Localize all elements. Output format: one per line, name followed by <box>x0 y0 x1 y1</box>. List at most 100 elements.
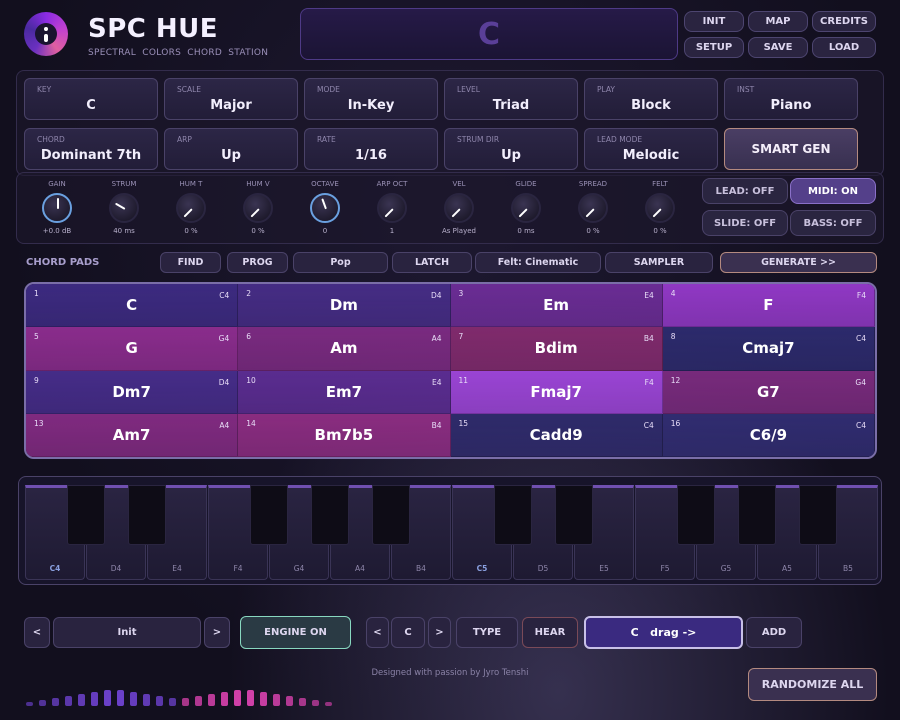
knob-dial[interactable] <box>377 193 407 223</box>
black-key[interactable] <box>799 485 837 545</box>
selector-key[interactable]: KEY C <box>24 78 158 120</box>
pad-tool-find[interactable]: FIND <box>160 252 221 273</box>
selector-rate[interactable]: RATE 1/16 <box>304 128 438 170</box>
logo <box>24 12 68 56</box>
knob-value: 0 % <box>184 227 198 235</box>
selector-level[interactable]: LEVEL Triad <box>444 78 578 120</box>
credits-button[interactable]: CREDITS <box>812 11 876 32</box>
knob-dial[interactable] <box>511 193 541 223</box>
pad-tool-pop[interactable]: Pop <box>293 252 388 273</box>
selector-scale[interactable]: SCALE Major <box>164 78 298 120</box>
knob-dial[interactable] <box>444 193 474 223</box>
chord-pad[interactable]: 8 C4 Cmaj7 <box>662 327 875 371</box>
prev-preset-button[interactable]: < <box>24 617 50 648</box>
chord-pad[interactable]: 10 E4 Em7 <box>238 370 451 414</box>
save-button[interactable]: SAVE <box>748 37 808 58</box>
knob-hum-v[interactable]: HUM V 0 % <box>229 174 287 236</box>
type-button[interactable]: TYPE <box>456 617 518 648</box>
chord-pad[interactable]: 3 E4 Em <box>450 284 663 328</box>
knob-dial[interactable] <box>42 193 72 223</box>
selector-strum-dir[interactable]: STRUM DIR Up <box>444 128 578 170</box>
knob-hum-t[interactable]: HUM T 0 % <box>162 174 220 236</box>
selector-lead-mode[interactable]: LEAD MODE Melodic <box>584 128 718 170</box>
engine-on-button[interactable]: ENGINE ON <box>240 616 351 649</box>
smart-gen-button[interactable]: SMART GEN <box>724 128 858 170</box>
knob-dial[interactable] <box>310 193 340 223</box>
knob-felt[interactable]: FELT 0 % <box>631 174 689 236</box>
chord-pad[interactable]: 5 G4 G <box>26 327 239 371</box>
pad-tool-latch[interactable]: LATCH <box>392 252 472 273</box>
pad-tool-felt[interactable]: Felt: Cinematic <box>475 252 601 273</box>
knob-glide[interactable]: GLIDE 0 ms <box>497 174 555 236</box>
chord-pad[interactable]: 9 D4 Dm7 <box>26 370 239 414</box>
knob-arp-oct[interactable]: ARP OCT 1 <box>363 174 421 236</box>
knob-vel[interactable]: VEL As Played <box>430 174 488 236</box>
drag-chord-button[interactable]: C drag -> <box>584 616 743 649</box>
root-prev-button[interactable]: < <box>366 617 389 648</box>
selector-chord[interactable]: CHORD Dominant 7th <box>24 128 158 170</box>
black-key[interactable] <box>372 485 410 545</box>
knob-gain[interactable]: GAIN +0.0 dB <box>28 174 86 236</box>
black-key[interactable] <box>677 485 715 545</box>
chord-pad[interactable]: 4 F4 F <box>662 284 875 328</box>
chord-pad[interactable]: 1 C4 C <box>26 284 239 328</box>
black-key[interactable] <box>494 485 532 545</box>
setup-button[interactable]: SETUP <box>684 37 744 58</box>
next-preset-button[interactable]: > <box>204 617 230 648</box>
root-note[interactable]: C <box>391 617 425 648</box>
chord-pad[interactable]: 7 B4 Bdim <box>450 327 663 371</box>
pad-tool-sampler[interactable]: SAMPLER <box>605 252 713 273</box>
chord-pad[interactable]: 6 A4 Am <box>238 327 451 371</box>
chord-pad[interactable]: 13 A4 Am7 <box>26 413 239 457</box>
load-button[interactable]: LOAD <box>812 37 876 58</box>
meter-bar <box>195 696 202 706</box>
preset-name[interactable]: Init <box>53 617 201 648</box>
generate-button[interactable]: GENERATE >> <box>720 252 877 273</box>
switch-midi[interactable]: MIDI: ON <box>790 178 876 204</box>
knob-octave[interactable]: OCTAVE 0 <box>296 174 354 236</box>
pad-chord: Em7 <box>325 382 363 401</box>
knob-dial[interactable] <box>109 193 139 223</box>
map-button[interactable]: MAP <box>748 11 808 32</box>
selector-label: STRUM DIR <box>457 135 500 144</box>
chord-pad[interactable]: 16 C4 C6/9 <box>662 413 875 457</box>
knob-label: ARP OCT <box>376 180 408 188</box>
knob-dial[interactable] <box>645 193 675 223</box>
switch-bass[interactable]: BASS: OFF <box>790 210 876 236</box>
selector-value: Up <box>501 148 521 163</box>
hear-button[interactable]: HEAR <box>522 617 578 648</box>
selector-arp[interactable]: ARP Up <box>164 128 298 170</box>
selector-play[interactable]: PLAY Block <box>584 78 718 120</box>
knob-dial[interactable] <box>578 193 608 223</box>
black-key[interactable] <box>738 485 776 545</box>
randomize-all-button[interactable]: RANDOMIZE ALL <box>748 668 877 701</box>
chord-pad[interactable]: 11 F4 Fmaj7 <box>450 370 663 414</box>
selector-mode[interactable]: MODE In-Key <box>304 78 438 120</box>
root-next-button[interactable]: > <box>428 617 451 648</box>
meter-bar <box>156 696 163 706</box>
black-key[interactable] <box>555 485 593 545</box>
black-key[interactable] <box>311 485 349 545</box>
knob-spread[interactable]: SPREAD 0 % <box>564 174 622 236</box>
chord-pad[interactable]: 2 D4 Dm <box>238 284 451 328</box>
selector-value: Piano <box>770 98 812 113</box>
chord-pad[interactable]: 14 B4 Bm7b5 <box>238 413 451 457</box>
pad-chord: G <box>125 339 138 358</box>
black-key[interactable] <box>67 485 105 545</box>
init-button[interactable]: INIT <box>684 11 744 32</box>
knob-value: 40 ms <box>113 227 135 235</box>
knob-pointer <box>250 208 260 218</box>
chord-pad[interactable]: 15 C4 Cadd9 <box>450 413 663 457</box>
black-key[interactable] <box>250 485 288 545</box>
knob-strum[interactable]: STRUM 40 ms <box>95 174 153 236</box>
switch-lead[interactable]: LEAD: OFF <box>702 178 788 204</box>
selector-inst[interactable]: INST Piano <box>724 78 858 120</box>
pad-tool-prog[interactable]: PROG <box>227 252 288 273</box>
black-key[interactable] <box>128 485 166 545</box>
knob-dial[interactable] <box>243 193 273 223</box>
chord-pad[interactable]: 12 G4 G7 <box>662 370 875 414</box>
add-button[interactable]: ADD <box>746 617 802 648</box>
selector-label: PLAY <box>597 85 616 94</box>
knob-dial[interactable] <box>176 193 206 223</box>
switch-slide[interactable]: SLIDE: OFF <box>702 210 788 236</box>
